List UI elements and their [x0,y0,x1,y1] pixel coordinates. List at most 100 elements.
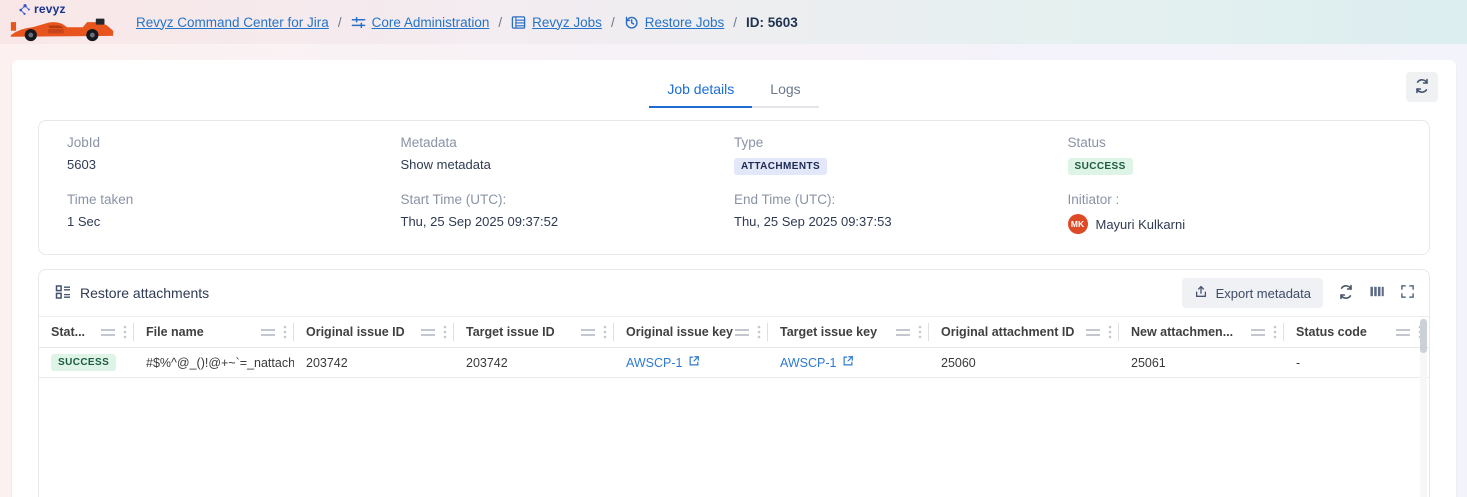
field-time-taken: Time taken 1 Sec [67,192,401,234]
external-link-icon [842,355,854,370]
export-label: Export metadata [1216,286,1311,301]
column-drag-handle-icon[interactable] [1251,329,1265,336]
expand-icon [1400,284,1415,302]
app-header: revyz Revyz Command Center for Jira / Co… [0,0,1467,44]
row-status-badge: SUCCESS [51,354,116,371]
show-metadata-toggle[interactable]: Show metadata [401,157,735,172]
columns-icon [1369,284,1385,302]
table-refresh-button[interactable] [1338,284,1354,303]
table-toolbar: Restore attachments Export metadata [39,270,1429,316]
column-header-status[interactable]: Stat... [39,317,134,347]
column-header-target-issue-key[interactable]: Target issue key [768,317,929,347]
column-drag-handle-icon[interactable] [735,329,749,336]
time-taken-label: Time taken [67,192,401,207]
table-title: Restore attachments [55,284,209,303]
logo-wordmark: revyz [34,2,66,16]
column-header-file-name[interactable]: File name [134,317,294,347]
molecule-icon [18,3,31,16]
breadcrumb-separator: / [611,15,615,30]
breadcrumb-core-administration[interactable]: Core Administration [351,15,490,30]
column-header-new-attachment-id[interactable]: New attachmen... [1119,317,1284,347]
start-time-label: Start Time (UTC): [401,192,735,207]
type-badge: ATTACHMENTS [734,158,827,175]
revyz-logo[interactable]: revyz [6,2,128,42]
column-drag-handle-icon[interactable] [1086,329,1100,336]
column-header-target-issue-id[interactable]: Target issue ID [454,317,614,347]
export-metadata-button[interactable]: Export metadata [1182,278,1323,308]
breadcrumb-label: Core Administration [372,15,490,30]
cell-file-name: #$%^@_()!@+~`=_nattachmen [134,348,294,377]
table-row: SUCCESS #$%^@_()!@+~`=_nattachmen 203742… [39,348,1429,378]
column-header-status-code[interactable]: Status code [1284,317,1429,347]
table-scrollbar[interactable] [1420,318,1427,497]
column-drag-handle-icon[interactable] [261,329,275,336]
time-taken-value: 1 Sec [67,214,401,229]
sliders-icon [351,15,366,30]
tab-job-details[interactable]: Job details [649,81,752,108]
column-menu-icon[interactable] [1108,325,1112,339]
race-car-icon [10,16,114,42]
export-icon [1194,284,1208,302]
jobid-value: 5603 [67,157,401,172]
breadcrumb-separator: / [733,15,737,30]
breadcrumb-label: Revyz Command Center for Jira [136,15,329,30]
field-jobid: JobId 5603 [67,135,401,175]
refresh-icon [1338,284,1354,303]
column-menu-icon[interactable] [283,325,287,339]
main-card: Job details Logs JobId 5603 Metadata Sho… [12,60,1456,497]
initiator-label: Initiator : [1068,192,1402,207]
start-time-value: Thu, 25 Sep 2025 09:37:52 [401,214,735,229]
fullscreen-button[interactable] [1400,284,1415,302]
initiator-avatar: MK [1068,214,1088,234]
column-drag-handle-icon[interactable] [421,329,435,336]
breadcrumb-revyz-jobs[interactable]: Revyz Jobs [511,15,602,30]
breadcrumb-restore-jobs[interactable]: Restore Jobs [624,15,725,30]
tab-bar: Job details Logs [12,60,1456,108]
breadcrumb-job-id: ID: 5603 [746,15,798,30]
column-menu-icon[interactable] [757,325,761,339]
column-menu-icon[interactable] [123,325,127,339]
initiator-name: Mayuri Kulkarni [1096,217,1186,232]
original-issue-key-link[interactable]: AWSCP-1 [626,356,683,370]
cell-status-code: - [1284,348,1429,377]
table-empty-area [39,378,1429,497]
column-header-original-issue-key[interactable]: Original issue key [614,317,768,347]
field-initiator: Initiator : MK Mayuri Kulkarni [1068,192,1402,234]
grid-list-icon [55,284,71,303]
jobid-label: JobId [67,135,401,150]
history-icon [624,15,639,30]
column-drag-handle-icon[interactable] [1396,329,1410,336]
scrollbar-thumb[interactable] [1420,319,1427,353]
column-menu-icon[interactable] [603,325,607,339]
cell-target-issue-id: 203742 [454,348,614,377]
field-status: Status SUCCESS [1068,135,1402,175]
table-header-row: Stat... File name Original issue ID Targ… [39,316,1429,348]
column-drag-handle-icon[interactable] [581,329,595,336]
cell-target-issue-key[interactable]: AWSCP-1 [768,348,929,377]
refresh-button[interactable] [1406,72,1438,102]
field-start-time: Start Time (UTC): Thu, 25 Sep 2025 09:37… [401,192,735,234]
type-label: Type [734,135,1068,150]
target-issue-key-link[interactable]: AWSCP-1 [780,356,837,370]
breadcrumb: Revyz Command Center for Jira / Core Adm… [136,15,798,30]
field-metadata: Metadata Show metadata [401,135,735,175]
column-menu-icon[interactable] [443,325,447,339]
refresh-icon [1414,78,1430,97]
column-drag-handle-icon[interactable] [101,329,115,336]
status-label: Status [1068,135,1402,150]
column-menu-icon[interactable] [1273,325,1277,339]
column-drag-handle-icon[interactable] [896,329,910,336]
table-title-text: Restore attachments [80,285,209,301]
cell-original-issue-key[interactable]: AWSCP-1 [614,348,768,377]
tab-logs[interactable]: Logs [752,81,818,108]
restore-attachments-panel: Restore attachments Export metadata [38,269,1430,497]
breadcrumb-command-center[interactable]: Revyz Command Center for Jira [136,15,329,30]
column-settings-button[interactable] [1369,284,1385,302]
column-menu-icon[interactable] [918,325,922,339]
metadata-label: Metadata [401,135,735,150]
column-header-original-issue-id[interactable]: Original issue ID [294,317,454,347]
breadcrumb-separator: / [498,15,502,30]
column-header-original-attachment-id[interactable]: Original attachment ID [929,317,1119,347]
cell-status: SUCCESS [39,348,134,377]
cell-new-attachment-id: 25061 [1119,348,1284,377]
